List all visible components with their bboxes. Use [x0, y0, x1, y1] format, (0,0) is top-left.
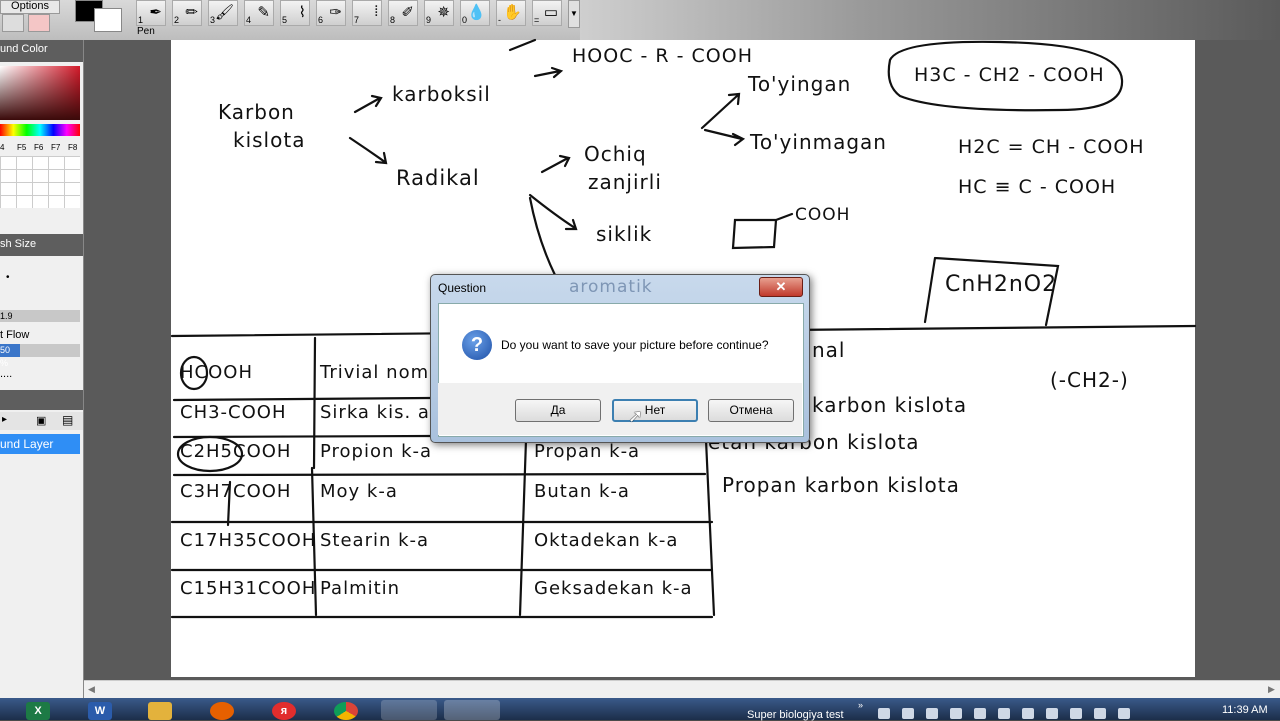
tray-network-icon[interactable]	[1046, 708, 1058, 719]
arrow-to-ochiq	[540, 154, 571, 174]
label-nal: nal	[812, 338, 846, 362]
arrow-to-hooc	[533, 66, 564, 79]
mouse-cursor-icon: ➚	[628, 406, 644, 426]
tray-shield-icon[interactable]	[974, 708, 986, 719]
table-cell-r5-c2: Geksadekan k-a	[534, 578, 693, 599]
table-cell-r4-c0: C17H35COOH	[180, 530, 317, 551]
arrow-to-radikal	[348, 136, 388, 165]
clock[interactable]: 11:39 AM	[1222, 704, 1268, 716]
tray-antivirus-icon[interactable]	[998, 708, 1010, 719]
word-icon[interactable]: W	[88, 702, 112, 720]
label-ch2-group: (-CH2-)	[1050, 368, 1129, 392]
table-cell-r3-c1: Moy k-a	[320, 481, 398, 502]
yandex-browser-icon[interactable]: я	[272, 702, 296, 720]
label-ochiq: Ochiq	[584, 142, 647, 166]
arrow-to-toyinmagan	[703, 128, 746, 147]
file-explorer-icon[interactable]	[148, 702, 172, 720]
taskbar-window-title[interactable]: Super biologiya test	[747, 709, 844, 721]
question-icon: ?	[462, 330, 492, 360]
table-col-2	[518, 438, 528, 617]
horizontal-scrollbar[interactable]: ◀ ▶	[84, 680, 1280, 699]
right-line-3: Propan karbon kislota	[722, 473, 960, 497]
system-tray	[878, 708, 1208, 720]
scroll-left-icon[interactable]: ◀	[88, 684, 95, 695]
table-cell-r2-c0: C2H5COOH	[180, 441, 292, 462]
table-cell-r5-c1: Palmitin	[320, 578, 401, 599]
table-cell-r4-c1: Stearin k-a	[320, 530, 430, 551]
scroll-right-icon[interactable]: ▶	[1268, 684, 1275, 695]
label-ring-cooh: COOH	[795, 205, 851, 225]
table-col-1	[310, 336, 318, 617]
table-cell-r4-c2: Oktadekan k-a	[534, 530, 679, 551]
no-button[interactable]: Нет	[612, 399, 698, 422]
table-cell-r2-c2: Propan k-a	[534, 441, 641, 462]
label-siklik: siklik	[596, 222, 653, 246]
tray-language-icon[interactable]	[1070, 708, 1082, 719]
yes-button[interactable]: Да	[515, 399, 601, 422]
table-cell-r5-c0: C15H31COOH	[180, 578, 317, 599]
excel-icon[interactable]: X	[26, 702, 50, 720]
tray-update-icon[interactable]	[950, 708, 962, 719]
firefox-icon[interactable]	[210, 702, 234, 720]
dialog-title: Question	[438, 281, 487, 295]
dialog-bleed-text: aromatik	[569, 277, 653, 297]
general-formula: CnH2nO2	[945, 272, 1058, 297]
label-karboksil: karboksil	[392, 82, 491, 106]
arrow-top	[508, 38, 537, 52]
arrow-to-karboksil	[353, 94, 383, 114]
label-toyinmagan: To'yinmagan	[750, 130, 887, 154]
label-radikal: Radikal	[396, 166, 480, 190]
label-kislota: kislota	[233, 128, 306, 152]
formula-acrylic: H2C = CH - COOH	[958, 136, 1145, 158]
arrow-to-aromatik	[528, 196, 557, 277]
formula-propiolic: HC ≡ C - COOH	[958, 176, 1117, 198]
table-cell-r2-c1: Propion k-a	[320, 441, 433, 462]
table-cell-r3-c0: C3H7COOH	[180, 481, 292, 502]
table-right-edge	[704, 438, 716, 617]
label-toyingan: To'yingan	[748, 72, 852, 96]
right-line-1: karbon kislota	[812, 393, 968, 417]
taskbar-app-active[interactable]	[381, 700, 437, 720]
cyclic-ring	[731, 212, 794, 250]
chrome-icon[interactable]	[334, 702, 358, 720]
label-karbon: Karbon	[218, 100, 295, 124]
label-hooc-r-cooh: HOOC - R - COOH	[572, 45, 753, 67]
taskbar-overflow-icon[interactable]: »	[858, 700, 863, 710]
formula-propionic: H3C - CH2 - COOH	[914, 64, 1105, 86]
tray-settings-icon[interactable]	[1022, 708, 1034, 719]
tray-wifi-icon[interactable]	[1118, 708, 1130, 719]
tray-sound-icon[interactable]	[1094, 708, 1106, 719]
cancel-button[interactable]: Отмена	[708, 399, 794, 422]
table-cell-r0-c0: HCOOH	[180, 362, 253, 383]
tray-gear-icon[interactable]	[926, 708, 938, 719]
tray-monitor-icon[interactable]	[878, 708, 890, 719]
dialog-message: Do you want to save your picture before …	[501, 338, 769, 352]
arrow-to-toyingan	[700, 92, 741, 130]
taskbar-paint-app[interactable]	[444, 700, 500, 720]
tray-browser-icon[interactable]	[902, 708, 914, 719]
table-cell-r3-c2: Butan k-a	[534, 481, 630, 502]
dialog-close-button[interactable]: ✕	[759, 277, 803, 297]
label-zanjirli: zanjirli	[588, 170, 662, 194]
table-cell-r1-c0: CH3-COOH	[180, 402, 287, 423]
table-cell-r0-c1: Trivial nomli	[320, 362, 442, 383]
